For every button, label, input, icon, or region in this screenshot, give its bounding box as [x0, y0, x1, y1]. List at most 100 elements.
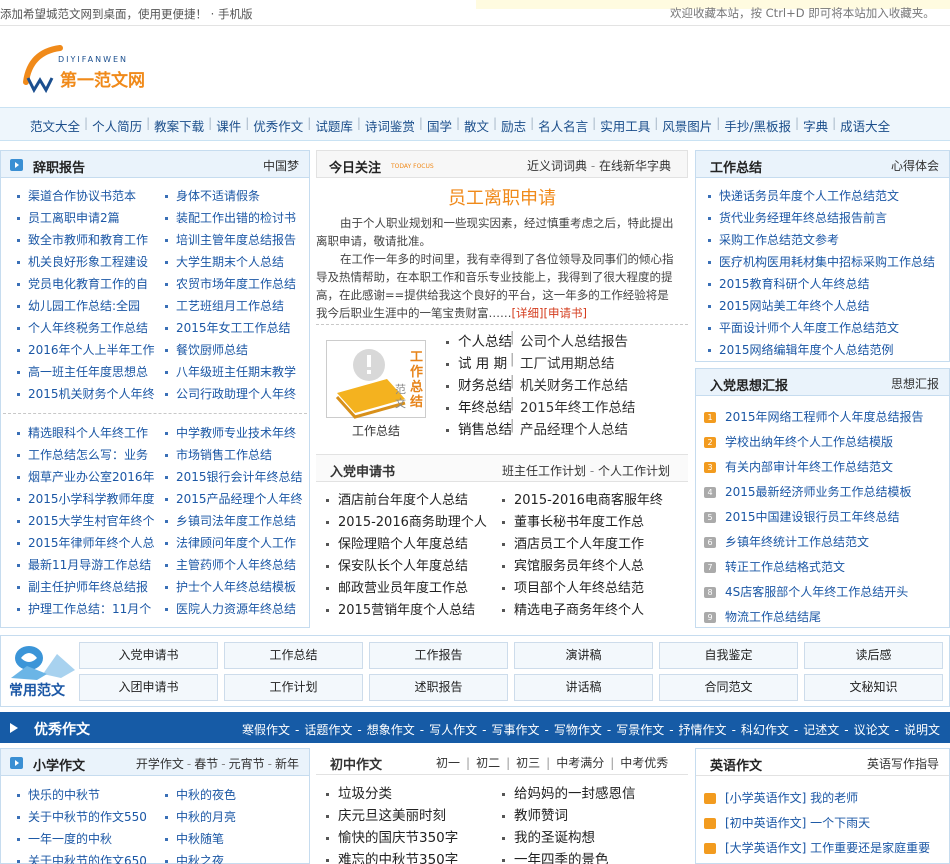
excellent-link[interactable]: 写人作文 — [429, 723, 477, 737]
list-item[interactable]: 市场销售工作总结 — [165, 446, 305, 463]
nav-item[interactable]: 个人简历 — [92, 116, 142, 135]
numbered-item[interactable]: [小学英语作文] 我的老师 — [704, 789, 944, 806]
panel-more-link[interactable]: 中国梦 — [263, 157, 299, 174]
category-link[interactable]: 工厂试用期总结 — [520, 352, 615, 372]
nav-item[interactable]: 成语大全 — [840, 116, 890, 135]
common-tab[interactable]: 工作计划 — [224, 674, 363, 701]
panel-title[interactable]: 辞职报告 — [33, 157, 85, 176]
panel-title[interactable]: 初中作文 — [330, 754, 382, 773]
category-item[interactable]: 个人总结 — [446, 330, 512, 350]
list-item[interactable]: 精选电子商务年终个人 — [502, 599, 682, 618]
list-item[interactable]: 最新11月导游工作总结 — [17, 556, 157, 573]
list-item[interactable]: 关于中秋节的作文650 — [17, 852, 157, 864]
common-tab[interactable]: 讲话稿 — [514, 674, 653, 701]
list-item[interactable]: 酒店员工个人年度工作 — [502, 533, 682, 552]
list-item[interactable]: 庆元旦这美丽时刻 — [326, 804, 496, 824]
list-item[interactable]: 党员电化教育工作的自 — [17, 275, 157, 292]
numbered-item-label[interactable]: 有关内部审计年终工作总结范文 — [725, 460, 893, 474]
common-tab[interactable]: 入团申请书 — [79, 674, 218, 701]
numbered-item[interactable]: 8 4S店客服部个人年终工作总结开头 — [704, 583, 944, 600]
numbered-item-label[interactable]: 乡镇年终统计工作总结范文 — [725, 535, 869, 549]
nav-item[interactable]: 风景图片 — [662, 116, 712, 135]
list-item[interactable]: 2015大学生村官年终个 — [17, 512, 157, 529]
list-item[interactable]: 工艺班组月工作总结 — [165, 297, 305, 314]
list-item[interactable]: 个人年终税务工作总结 — [17, 319, 157, 336]
list-item[interactable]: 精选眼科个人年终工作 — [17, 424, 157, 441]
list-item[interactable]: 装配工作出错的检讨书 — [165, 209, 305, 226]
list-item[interactable]: 大学生期末个人总结 — [165, 253, 305, 270]
list-item[interactable]: 八年级班主任期末教学 — [165, 363, 305, 380]
more-link[interactable]: 春节 — [194, 757, 218, 771]
list-item[interactable]: 酒店前台年度个人总结 — [326, 489, 502, 508]
nav-item[interactable]: 诗词鉴赏 — [365, 116, 415, 135]
nav-item[interactable]: 字典 — [803, 116, 828, 135]
numbered-item[interactable]: 9 物流工作总结结尾 — [704, 608, 944, 625]
list-item[interactable]: 采购工作总结范文参考 — [708, 231, 944, 248]
excellent-link[interactable]: 议论文 — [854, 723, 890, 737]
nav-item[interactable]: 国学 — [427, 116, 452, 135]
list-item[interactable]: 2015银行会计年终总结 — [165, 468, 305, 485]
list-item[interactable]: 2015小学科学教师年度 — [17, 490, 157, 507]
summary-image[interactable]: 工 作 总 结 范 文 — [326, 340, 426, 419]
nav-item[interactable]: 课件 — [216, 116, 241, 135]
list-item[interactable]: 邮政营业员年度工作总 — [326, 577, 502, 596]
excellent-link[interactable]: 写物作文 — [554, 723, 602, 737]
list-item[interactable]: 公司行政助理个人年终 — [165, 385, 305, 402]
list-item[interactable]: 教师赞词 — [502, 804, 682, 824]
numbered-item[interactable]: 6 乡镇年终统计工作总结范文 — [704, 533, 944, 550]
excellent-link[interactable]: 科幻作文 — [741, 723, 789, 737]
category-item[interactable]: 财务总结 — [446, 374, 512, 394]
numbered-item-label[interactable]: [小学英语作文] 我的老师 — [725, 791, 858, 805]
list-item[interactable]: 保险理赔个人年度总结 — [326, 533, 502, 552]
common-tab[interactable]: 入党申请书 — [79, 642, 218, 669]
list-item[interactable]: 工作总结怎么写：业务 — [17, 446, 157, 463]
excellent-title[interactable]: 优秀作文 — [34, 719, 90, 739]
more-link[interactable]: 中考优秀 — [620, 756, 668, 770]
list-item[interactable]: 难忘的中秋节350字 — [326, 848, 496, 864]
numbered-item-label[interactable]: 物流工作总结结尾 — [725, 610, 821, 624]
list-item[interactable]: 货代业务经理年终总结报告前言 — [708, 209, 944, 226]
list-item[interactable]: 宾馆服务员年终个人总 — [502, 555, 682, 574]
site-logo[interactable]: DIYIFANWEN 第一范文网 — [20, 38, 170, 98]
common-tab[interactable]: 文秘知识 — [804, 674, 943, 701]
more-link[interactable]: 新年 — [275, 757, 299, 771]
numbered-item-label[interactable]: 2015中国建设银行员工年终总结 — [725, 510, 900, 524]
list-item[interactable]: 2015年女工工作总结 — [165, 319, 305, 336]
list-item[interactable]: 愉快的国庆节350字 — [326, 826, 496, 846]
list-item[interactable]: 护理工作总结：11月个 — [17, 600, 157, 617]
list-item[interactable]: 副主任护师年终总结报 — [17, 578, 157, 595]
panel-title[interactable]: 入党思想汇报 — [710, 375, 788, 394]
apply-link[interactable]: [申请书] — [543, 306, 586, 320]
list-item[interactable]: 中秋之夜 — [165, 852, 305, 864]
common-tab[interactable]: 自我鉴定 — [659, 642, 798, 669]
nav-item[interactable]: 范文大全 — [30, 116, 80, 135]
list-item[interactable]: 护士个人年终总结模板 — [165, 578, 305, 595]
list-item[interactable]: 幼儿园工作总结:全园 — [17, 297, 157, 314]
numbered-item[interactable]: 3 有关内部审计年终工作总结范文 — [704, 458, 944, 475]
summary-image-caption[interactable]: 工作总结 — [326, 422, 426, 439]
list-item[interactable]: 快乐的中秋节 — [17, 786, 157, 803]
category-link[interactable]: 机关财务工作总结 — [520, 374, 628, 394]
synonym-dict-link[interactable]: 近义词词典 — [527, 159, 587, 173]
excellent-link[interactable]: 话题作文 — [304, 723, 352, 737]
numbered-item-label[interactable]: 学校出纳年终个人工作总结模版 — [725, 435, 893, 449]
xinhua-dict-link[interactable]: 在线新华字典 — [599, 159, 671, 173]
list-item[interactable]: 2015营销年度个人总结 — [326, 599, 502, 618]
numbered-item[interactable]: [初中英语作文] 一个下雨天 — [704, 814, 944, 831]
numbered-item-label[interactable]: [初中英语作文] 一个下雨天 — [725, 816, 870, 830]
list-item[interactable]: 农贸市场年度工作总结 — [165, 275, 305, 292]
panel-more-link[interactable]: 思想汇报 — [891, 375, 939, 392]
numbered-item[interactable]: 2 学校出纳年终个人工作总结模版 — [704, 433, 944, 450]
more-link[interactable]: 中考满分 — [556, 756, 604, 770]
detail-link[interactable]: [详细] — [512, 306, 544, 320]
numbered-item-label[interactable]: 转正工作总结格式范文 — [725, 560, 845, 574]
list-item[interactable]: 致全市教师和教育工作 — [17, 231, 157, 248]
list-item[interactable]: 快递话务员年度个人工作总结范文 — [708, 187, 944, 204]
numbered-item-label[interactable]: 2015最新经济师业务工作总结模板 — [725, 485, 912, 499]
common-tab[interactable]: 述职报告 — [369, 674, 508, 701]
list-item[interactable]: 2015-2016电商客服年终 — [502, 489, 682, 508]
list-item[interactable]: 2015产品经理个人年终 — [165, 490, 305, 507]
numbered-item[interactable]: 5 2015中国建设银行员工年终总结 — [704, 508, 944, 525]
list-item[interactable]: 医疗机构医用耗材集中招标采购工作总结 — [708, 253, 944, 270]
list-item[interactable]: 中秋随笔 — [165, 830, 305, 847]
